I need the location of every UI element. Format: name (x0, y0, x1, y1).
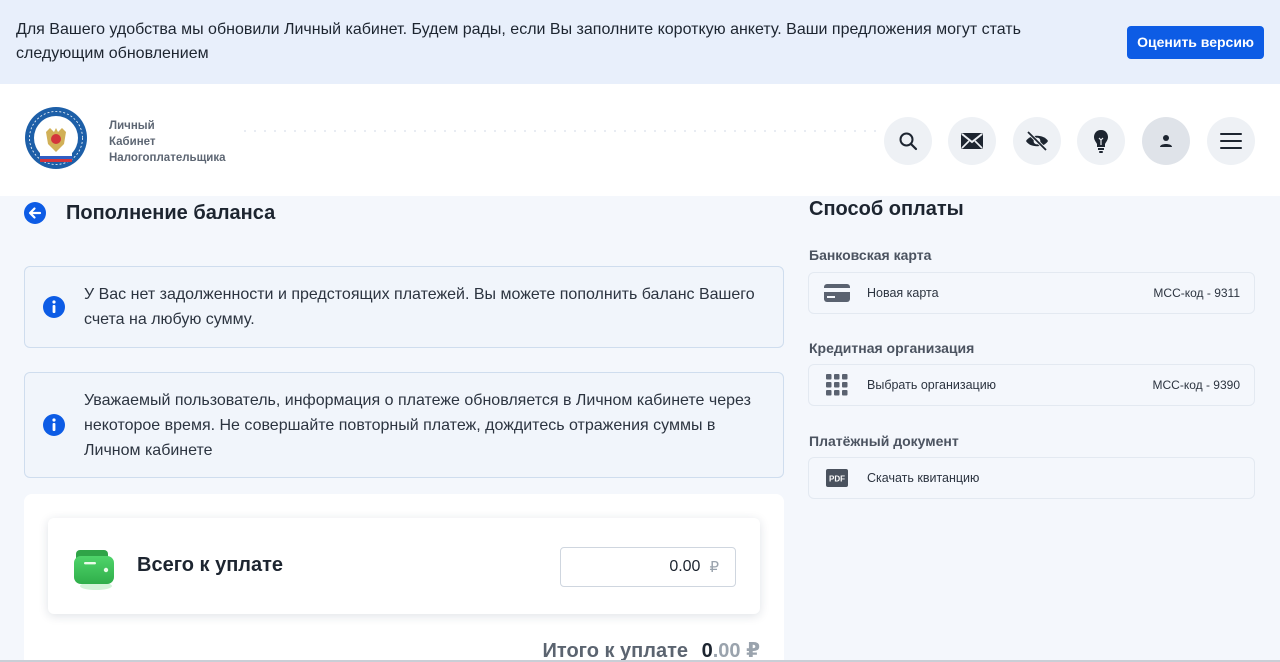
payment-delay-info: Уважаемый пользователь, информация о пла… (24, 372, 784, 478)
back-arrow-icon[interactable] (24, 202, 46, 224)
site-header: Личный Кабинет Налогоплательщика (0, 84, 1280, 196)
info-text: Уважаемый пользователь, информация о пла… (84, 391, 751, 459)
pdf-badge-text: PDF (829, 475, 845, 484)
logo-caption: Личный Кабинет Налогоплательщика (109, 118, 226, 166)
page-heading: Пополнение баланса (24, 200, 275, 226)
card-icon (824, 282, 850, 304)
section-label-bank-card: Банковская карта (809, 247, 932, 263)
menu-icon (1220, 133, 1242, 149)
messages-button[interactable] (948, 117, 996, 165)
info-icon (43, 296, 65, 318)
search-icon (899, 132, 918, 151)
option-label: Выбрать организацию (867, 378, 997, 392)
amount-label: Всего к уплате (137, 554, 284, 576)
menu-button[interactable] (1207, 117, 1255, 165)
logo-line: Личный (109, 120, 155, 132)
rate-version-button[interactable]: Оценить версию (1127, 25, 1264, 59)
mcc-code: МСС-код - 9311 (1153, 286, 1240, 300)
section-label-credit-org: Кредитная организация (809, 340, 975, 356)
currency-symbol: ₽ (709, 559, 719, 576)
total-integer: 0 (701, 640, 713, 662)
total-amount: 0.00 ₽ (702, 640, 760, 662)
total-row: Итого к уплате 0.00 ₽ (543, 638, 760, 662)
page-title: Пополнение баланса (66, 201, 276, 224)
feedback-banner: Для Вашего удобства мы обновили Личный к… (0, 0, 1280, 84)
no-debt-info: У Вас нет задолженности и предстоящих пл… (24, 266, 784, 348)
logo-line: Налогоплательщика (109, 152, 226, 164)
header-divider (240, 130, 880, 132)
search-button[interactable] (884, 117, 932, 165)
mcc-code: МСС-код - 9390 (1152, 378, 1240, 392)
section-label-payment-document: Платёжный документ (809, 433, 959, 449)
banner-text: Для Вашего удобства мы обновили Личный к… (16, 21, 1021, 62)
eye-off-icon (1026, 131, 1048, 151)
option-new-card[interactable]: Новая карта МСС-код - 9311 (808, 272, 1255, 314)
accessibility-button[interactable] (1013, 117, 1061, 165)
info-text: У Вас нет задолженности и предстоящих пл… (84, 286, 755, 328)
grid-icon (824, 374, 850, 396)
fns-logo-icon[interactable] (24, 106, 88, 170)
logo-line: Кабинет (109, 136, 156, 148)
total-decimal: .00 (712, 640, 741, 662)
option-download-receipt[interactable]: PDF Скачать квитанцию (808, 457, 1255, 499)
lightbulb-icon (1094, 130, 1108, 153)
option-label: Скачать квитанцию (867, 471, 980, 485)
amount-input[interactable]: 0.00 ₽ (560, 547, 736, 587)
amount-value: 0.00 (669, 558, 701, 575)
profile-button[interactable] (1142, 117, 1190, 165)
info-icon (43, 414, 65, 436)
payment-panel: Всего к уплате 0.00 ₽ Итого к уплате 0.0… (24, 494, 784, 662)
tips-button[interactable] (1077, 117, 1125, 165)
wallet-icon (74, 550, 114, 590)
total-label: Итого к уплате (542, 640, 689, 662)
total-currency: ₽ (746, 640, 760, 662)
payment-method-title: Способ оплаты (809, 198, 964, 220)
option-label: Новая карта (867, 286, 939, 300)
mail-icon (961, 133, 983, 149)
pdf-icon: PDF (824, 467, 850, 489)
payment-card: Всего к уплате 0.00 ₽ (48, 518, 760, 614)
option-select-organization[interactable]: Выбрать организацию МСС-код - 9390 (808, 364, 1255, 406)
user-icon (1160, 135, 1172, 147)
